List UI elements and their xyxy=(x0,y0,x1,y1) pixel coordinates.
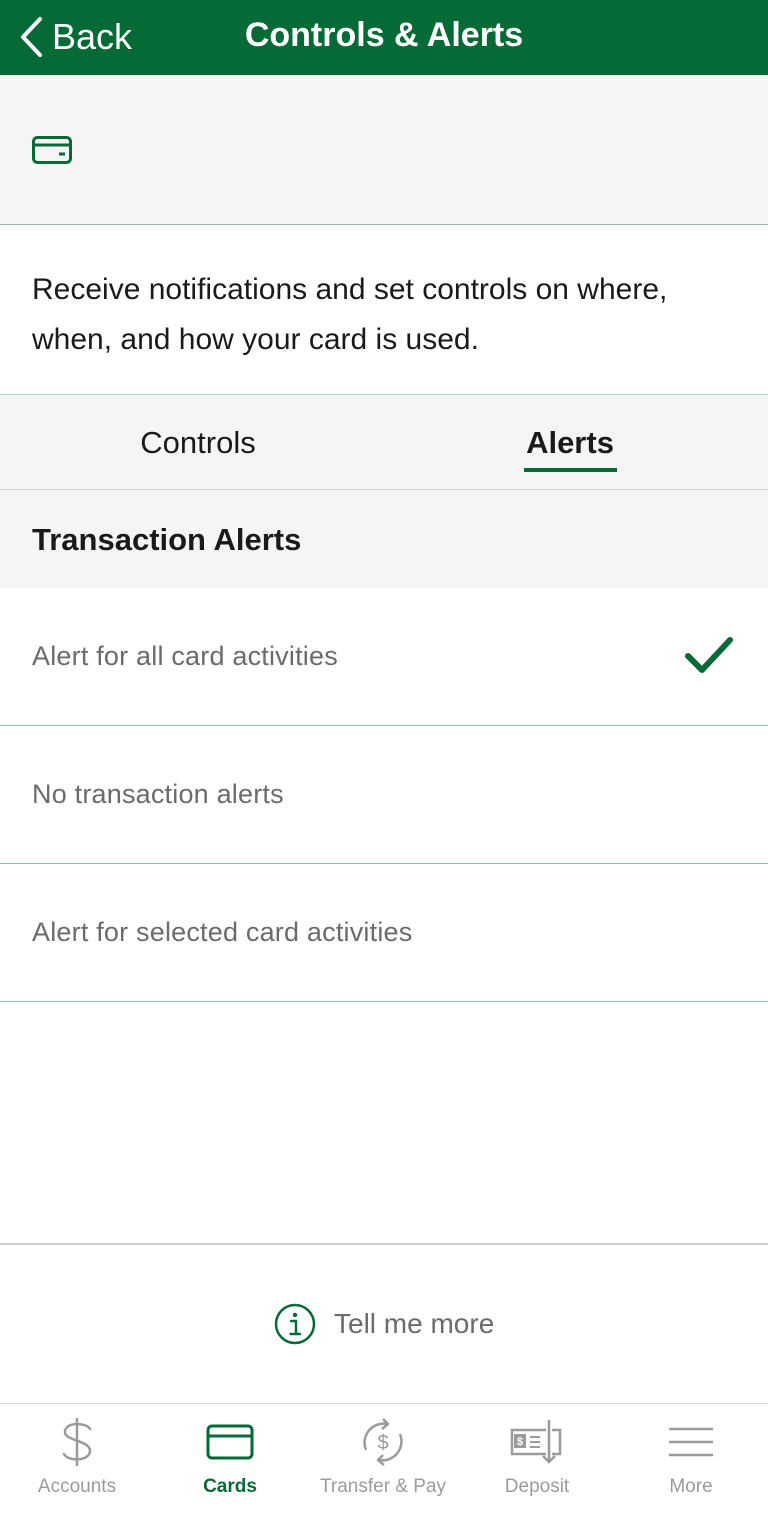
section-header: Transaction Alerts xyxy=(0,490,768,588)
credit-card-icon xyxy=(32,136,72,164)
tabbar-item-accounts[interactable]: Accounts xyxy=(0,1404,154,1523)
bottom-tab-bar: Accounts Cards $ Transfer & Pay $ Deposi… xyxy=(0,1403,768,1523)
option-no-transaction-alerts[interactable]: No transaction alerts xyxy=(0,726,768,864)
tabbar-item-deposit[interactable]: $ Deposit xyxy=(460,1404,614,1523)
credit-card-icon xyxy=(206,1424,254,1460)
tab-alerts[interactable]: Alerts xyxy=(384,395,756,491)
chevron-left-icon xyxy=(21,17,42,57)
menu-icon xyxy=(669,1427,713,1457)
segmented-tabs: Controls Alerts xyxy=(0,394,768,490)
option-label: Alert for all card activities xyxy=(32,641,338,671)
tab-controls[interactable]: Controls xyxy=(0,395,396,491)
card-summary xyxy=(0,75,768,225)
tabbar-label: Transfer & Pay xyxy=(319,1476,446,1497)
description-text: Receive notifications and set controls o… xyxy=(32,273,668,356)
tabbar-item-more[interactable]: More xyxy=(614,1404,768,1523)
tabbar-label: Accounts xyxy=(37,1476,117,1497)
checkmark-icon xyxy=(685,637,733,673)
back-button[interactable]: Back xyxy=(18,12,132,62)
active-tab-indicator xyxy=(524,468,617,472)
info-icon xyxy=(274,1303,316,1345)
section-title: Transaction Alerts xyxy=(32,522,302,557)
navigation-bar: Back Controls & Alerts xyxy=(0,0,768,75)
option-label: No transaction alerts xyxy=(32,779,284,809)
back-label: Back xyxy=(52,16,133,57)
tabbar-item-cards[interactable]: Cards xyxy=(153,1404,307,1523)
divider xyxy=(0,1243,768,1245)
svg-text:$: $ xyxy=(517,1436,523,1448)
dollar-icon xyxy=(62,1418,92,1466)
tell-me-more-link[interactable]: Tell me more xyxy=(274,1302,494,1346)
tabbar-label: More xyxy=(669,1476,713,1497)
tell-me-more-label: Tell me more xyxy=(334,1308,495,1339)
tabbar-label: Deposit xyxy=(504,1476,570,1497)
transfer-dollar-icon: $ xyxy=(363,1418,403,1466)
option-selected-card-activities[interactable]: Alert for selected card activities xyxy=(0,864,768,1002)
tabbar-item-transfer-pay[interactable]: $ Transfer & Pay xyxy=(306,1404,460,1523)
check-deposit-icon: $ xyxy=(510,1420,562,1464)
option-label: Alert for selected card activities xyxy=(32,917,413,947)
tabbar-label: Cards xyxy=(203,1476,257,1497)
svg-text:$: $ xyxy=(377,1432,388,1454)
option-all-card-activities[interactable]: Alert for all card activities xyxy=(0,588,768,726)
